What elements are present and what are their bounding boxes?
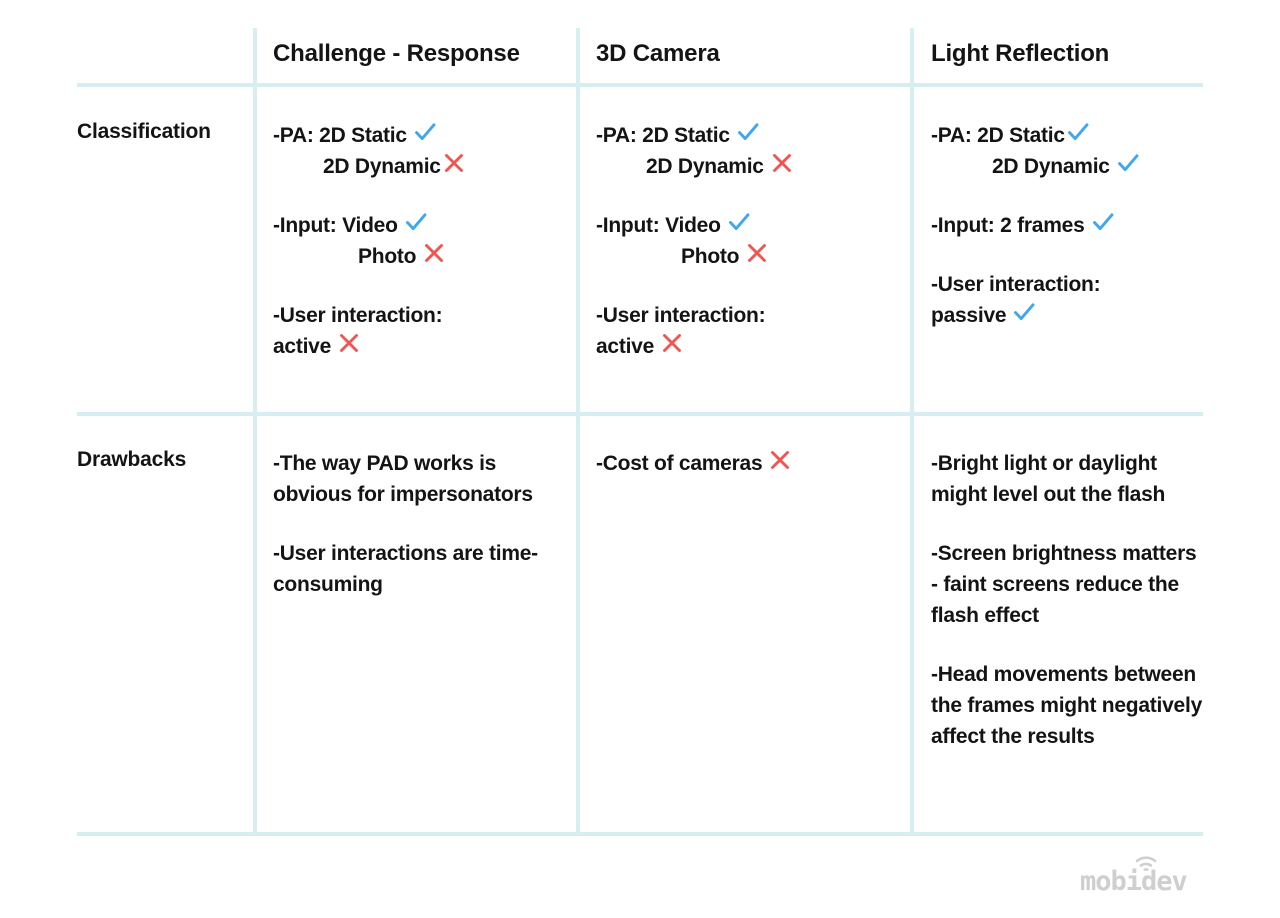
bullet-line-text: -Bright light or daylight might level ou… [931,452,1166,506]
bullet-line: -User interaction: [273,300,573,331]
bullet-line-text: -Input: Video [273,214,398,237]
bullet-line: -Head movements between the frames might… [931,659,1203,752]
bullet-line: -User interaction: [931,269,1203,300]
column-header-light-reflection: Light Reflection [931,40,1203,84]
bullet-line: active [273,331,573,362]
bullet-line: -Input: Video [273,210,573,241]
bullet-line: -PA: 2D Static [596,120,906,151]
bullet-group: -PA: 2D Static 2D Dynamic [931,120,1203,182]
bullet-line-text: -Input: Video [596,214,721,237]
bullet-line: 2D Dynamic [596,151,906,182]
bullet-group: -Input: Video Photo [596,210,906,272]
column-header-label: Challenge - Response [273,40,520,67]
check-icon [1012,300,1036,324]
bullet-line-text: passive [931,304,1007,327]
bullet-group: -Bright light or daylight might level ou… [931,448,1203,510]
bullet-line: passive [931,300,1203,331]
bullet-line-text: -User interaction: [273,304,443,327]
bullet-group: -Input: 2 frames [931,210,1203,241]
bullet-line: Photo [273,241,573,272]
bullet-group: -Head movements between the frames might… [931,659,1203,752]
bullet-line-text: 2D Dynamic [323,155,441,178]
bullet-line-text: -Input: 2 frames [931,214,1085,237]
bullet-line-text: 2D Dynamic [992,155,1110,178]
bullet-line-text: -Cost of cameras [596,452,763,475]
bullet-line: -Bright light or daylight might level ou… [931,448,1203,510]
bullet-group: -User interaction: passive [931,269,1203,331]
cell-drawbacks-challenge-response: -The way PAD works is obvious for impers… [273,448,573,832]
comparison-table: Challenge - Response 3D Camera Light Ref… [77,20,1203,836]
logo-wordmark: mobidev [1080,866,1188,896]
cross-icon [422,241,446,265]
bullet-line: -Screen brightness matters - faint scree… [931,538,1203,631]
bullet-group: -Input: Video Photo [273,210,573,272]
column-header-label: Light Reflection [931,40,1110,67]
bullet-line: 2D Dynamic [273,151,573,182]
row-header-label: Drawbacks [77,448,187,471]
bullet-line: active [596,331,906,362]
mobidev-logo: mobidev [1076,848,1206,896]
bullet-line-text: -PA: 2D Static [273,124,407,147]
check-icon [1116,151,1140,175]
cell-classification-light-reflection: -PA: 2D Static 2D Dynamic -Input: 2 frames… [931,120,1203,410]
bullet-group: -User interaction: active [273,300,573,362]
check-icon [404,210,428,234]
bullet-line: 2D Dynamic [931,151,1203,182]
slide-canvas: Challenge - Response 3D Camera Light Ref… [0,0,1280,918]
bullet-group: -The way PAD works is obvious for impers… [273,448,573,510]
cross-icon [770,151,794,175]
bullet-line: -Input: Video [596,210,906,241]
bullet-line: -The way PAD works is obvious for impers… [273,448,573,510]
table-corner-cell [77,40,253,84]
cell-drawbacks-light-reflection: -Bright light or daylight might level ou… [931,448,1203,832]
bullet-line: -User interaction: [596,300,906,331]
bullet-group: -PA: 2D Static 2D Dynamic [596,120,906,182]
bullet-group: -Cost of cameras [596,448,906,479]
bullet-line-text: -User interaction: [596,304,766,327]
column-header-challenge-response: Challenge - Response [273,40,573,84]
bullet-group: -Screen brightness matters - faint scree… [931,538,1203,631]
bullet-line-text: Photo [681,245,740,268]
cell-classification-3d-camera: -PA: 2D Static 2D Dynamic -Input: Video Pho… [596,120,906,410]
check-icon [727,210,751,234]
bullet-group: -User interactions are time-consuming [273,538,573,600]
bullet-line-text: Photo [358,245,417,268]
check-icon [736,120,760,144]
check-icon [413,120,437,144]
row-header-classification: Classification [77,120,253,410]
bullet-group: -PA: 2D Static 2D Dynamic [273,120,573,182]
column-header-label: 3D Camera [596,40,720,67]
bullet-line: -PA: 2D Static [273,120,573,151]
table-grid: Challenge - Response 3D Camera Light Ref… [77,20,1203,835]
bullet-line-text: -User interactions are time-consuming [273,542,538,596]
bullet-line: -PA: 2D Static [931,120,1203,151]
check-icon [1066,120,1090,144]
bullet-line-text: active [273,335,332,358]
bullet-line: -Cost of cameras [596,448,906,479]
row-header-drawbacks: Drawbacks [77,448,253,832]
check-icon [1091,210,1115,234]
bullet-line-text: active [596,335,655,358]
bullet-line-text: -PA: 2D Static [596,124,730,147]
bullet-group: -User interaction: active [596,300,906,362]
cross-icon [768,448,792,472]
bullet-line-text: -User interaction: [931,273,1101,296]
cell-classification-challenge-response: -PA: 2D Static 2D Dynamic -Input: Video Pho… [273,120,573,410]
row-header-label: Classification [77,120,211,143]
cell-drawbacks-3d-camera: -Cost of cameras [596,448,906,832]
bullet-line: -Input: 2 frames [931,210,1203,241]
cross-icon [660,331,684,355]
column-header-3d-camera: 3D Camera [596,40,906,84]
cross-icon [337,331,361,355]
bullet-line-text: 2D Dynamic [646,155,764,178]
bullet-line-text: -PA: 2D Static [931,124,1065,147]
bullet-line-text: -The way PAD works is obvious for impers… [273,452,533,506]
cross-icon [442,151,466,175]
bullet-line-text: -Screen brightness matters - faint scree… [931,542,1197,627]
bullet-line: -User interactions are time-consuming [273,538,573,600]
bullet-line-text: -Head movements between the frames might… [931,663,1202,748]
cross-icon [745,241,769,265]
bullet-line: Photo [596,241,906,272]
